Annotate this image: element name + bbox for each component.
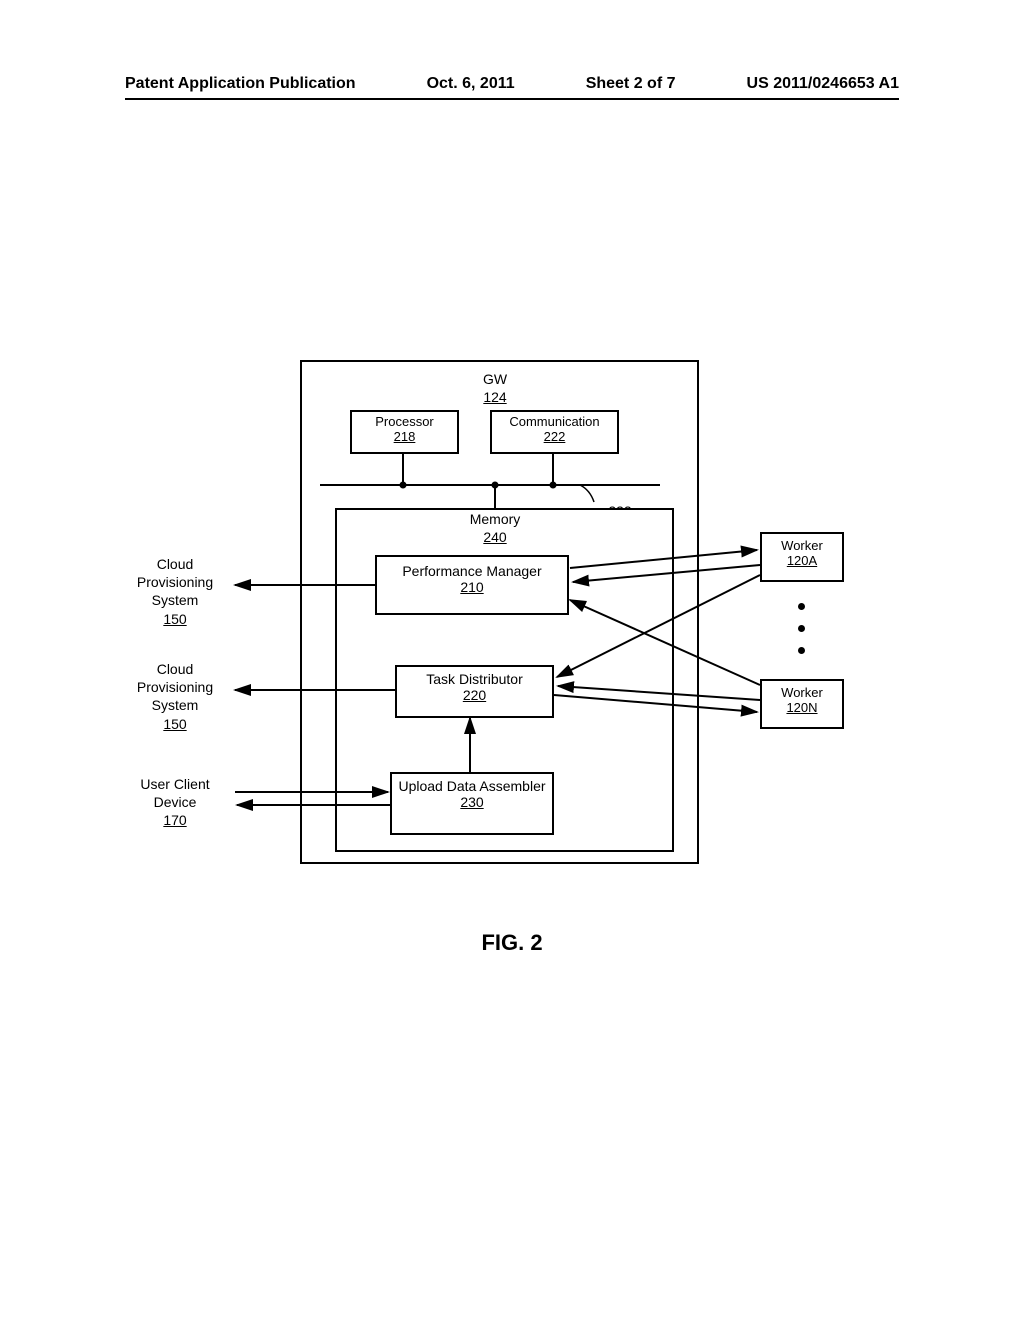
ellipsis-dot <box>798 603 805 610</box>
header-rule <box>125 98 899 100</box>
page-header: Patent Application Publication Oct. 6, 2… <box>125 75 899 93</box>
worker-a-box: Worker 120A <box>760 532 844 582</box>
figure-label: FIG. 2 <box>0 930 1024 956</box>
ellipsis-dot <box>798 647 805 654</box>
communication-box: Communication 222 <box>490 410 619 454</box>
upload-assembler-box: Upload Data Assembler 230 <box>390 772 554 835</box>
pub-number: US 2011/0246653 A1 <box>747 75 899 93</box>
cloud-system-2: Cloud Provisioning System 150 <box>120 660 230 733</box>
cloud-system-1: Cloud Provisioning System 150 <box>120 555 230 628</box>
worker-n-box: Worker 120N <box>760 679 844 729</box>
ellipsis-dot <box>798 625 805 632</box>
pub-type: Patent Application Publication <box>125 75 356 93</box>
task-distributor-box: Task Distributor 220 <box>395 665 554 718</box>
performance-manager-box: Performance Manager 210 <box>375 555 569 615</box>
sheet-info: Sheet 2 of 7 <box>586 75 676 93</box>
processor-box: Processor 218 <box>350 410 459 454</box>
gw-label: GW 124 <box>430 370 560 406</box>
diagram: GW 124 Processor 218 Communication 222 2… <box>120 360 910 880</box>
pub-date: Oct. 6, 2011 <box>427 75 515 93</box>
memory-label: Memory 240 <box>415 510 575 546</box>
user-client: User Client Device 170 <box>120 775 230 830</box>
